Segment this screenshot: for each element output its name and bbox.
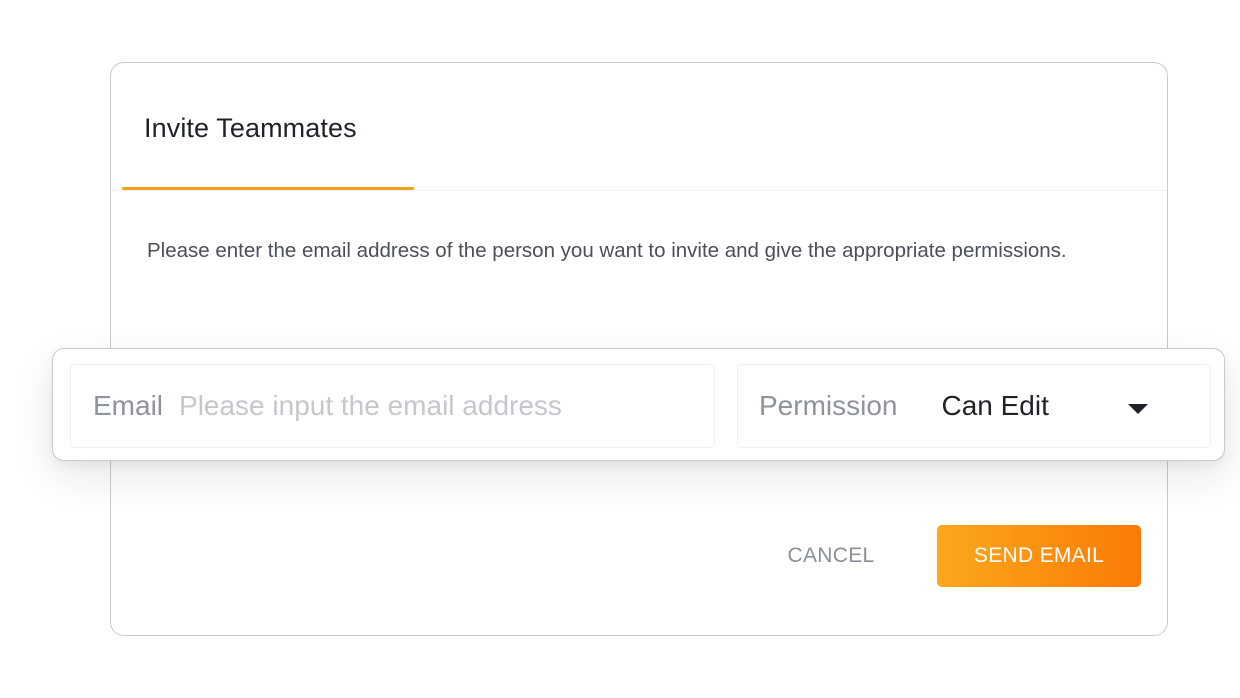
invite-input-row: Email Permission Can Edit — [52, 348, 1225, 461]
dialog-description: Please enter the email address of the pe… — [147, 239, 1067, 262]
email-input[interactable] — [179, 390, 620, 422]
send-email-button[interactable]: SEND EMAIL — [937, 525, 1141, 587]
email-field[interactable]: Email — [70, 364, 715, 448]
caret-down-icon[interactable] — [1128, 404, 1148, 414]
permission-select[interactable]: Permission Can Edit — [737, 364, 1211, 448]
email-label: Email — [93, 390, 164, 421]
dialog-title: Invite Teammates — [144, 113, 357, 143]
cancel-button[interactable]: CANCEL — [761, 525, 901, 587]
permission-label: Permission — [759, 390, 898, 421]
page: Invite Teammates Please enter the email … — [0, 0, 1240, 698]
active-tab-indicator — [122, 187, 414, 190]
permission-selected-value: Can Edit — [941, 390, 1049, 421]
dialog-header: Invite Teammates — [111, 63, 1167, 191]
